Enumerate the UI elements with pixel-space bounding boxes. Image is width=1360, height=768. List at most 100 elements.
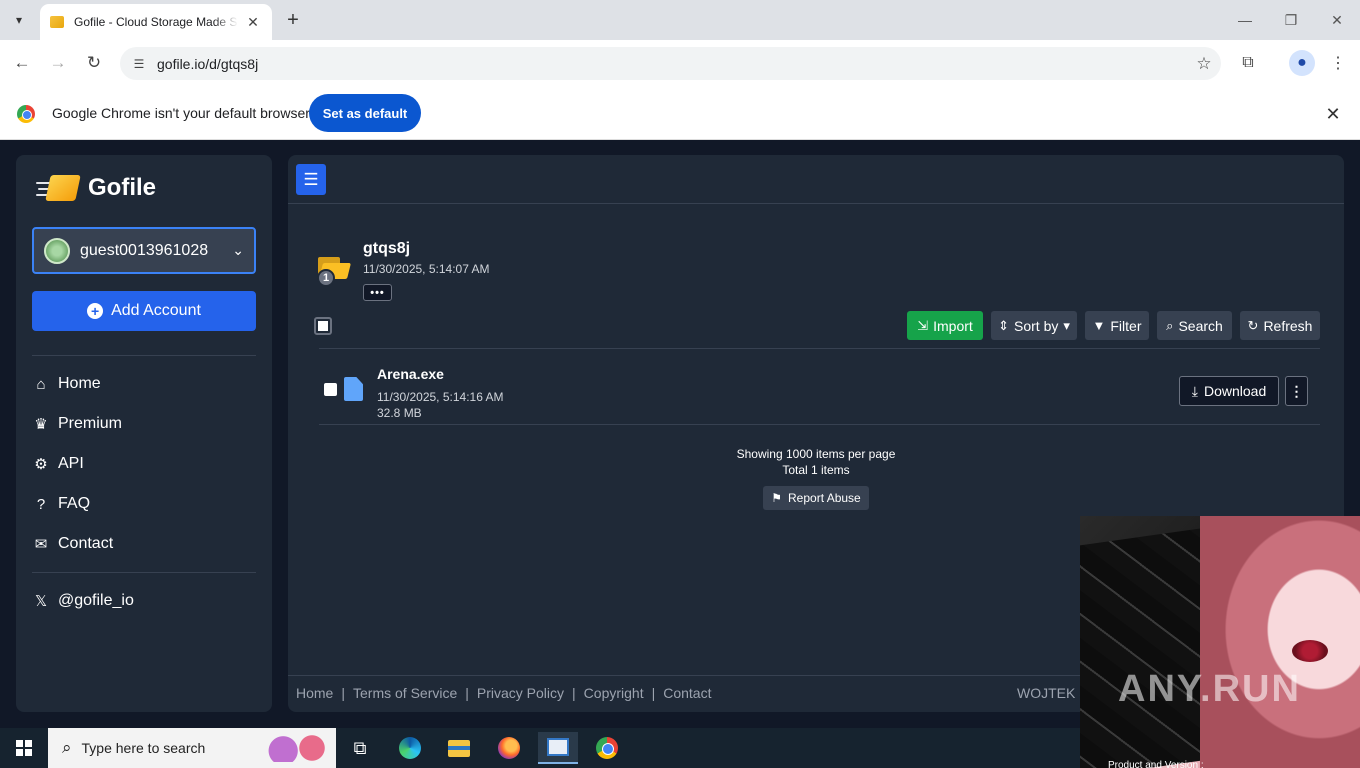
file-name[interactable]: Arena.exe (377, 366, 444, 382)
header-divider (288, 203, 1344, 204)
sidebar-item-label: Home (58, 375, 101, 392)
footer-links: Home | Terms of Service | Privacy Policy | … (296, 685, 712, 701)
back-button[interactable]: ← (9, 50, 35, 76)
cogs-icon: ⚙ (34, 456, 48, 473)
forward-button[interactable]: → (45, 50, 71, 76)
infobar-close-icon[interactable]: ✕ (1322, 103, 1344, 125)
edge-app-icon[interactable] (390, 732, 430, 764)
sidebar: Gofile guest0013961028 ⌄ + Add Account ⌂… (16, 155, 272, 712)
account-dropdown[interactable]: guest0013961028 ⌄ (32, 227, 256, 274)
tab-title: Gofile - Cloud Storage Made Si (74, 15, 238, 29)
site-settings-icon[interactable]: ☰ (130, 55, 148, 73)
sidebar-item-label: Premium (58, 415, 123, 432)
list-divider (319, 424, 1320, 425)
document-app-icon[interactable] (538, 732, 578, 764)
filter-button[interactable]: ▼ Filter (1085, 311, 1149, 340)
tab-search-button[interactable]: ▾ (6, 8, 32, 32)
address-bar[interactable]: ☰ gofile.io/d/gtqs8j ☆ (120, 47, 1221, 80)
select-all-checkbox[interactable] (314, 317, 332, 335)
folder-item-count-badge: 1 (317, 269, 335, 287)
file-explorer-icon[interactable] (439, 732, 479, 764)
home-icon: ⌂ (36, 375, 46, 393)
sidebar-item-premium[interactable]: ♛ Premium (32, 408, 256, 440)
account-avatar (44, 237, 70, 264)
import-icon: ⇲ (917, 317, 929, 333)
logo-text: Gofile (88, 174, 157, 201)
extensions-icon[interactable]: ⧉ (1235, 50, 1261, 76)
search-icon: ⌕ (1166, 317, 1174, 333)
new-tab-button[interactable]: + (282, 8, 304, 32)
footer-link-home[interactable]: Home (296, 685, 333, 701)
chevron-down-icon: ⌄ (232, 242, 244, 258)
add-account-button[interactable]: + Add Account (32, 291, 256, 331)
sort-by-button[interactable]: ⇕ Sort by ▾ (991, 311, 1077, 340)
sidebar-item-label: Contact (58, 535, 114, 552)
sidebar-item-api[interactable]: ⚙ API (32, 448, 256, 480)
crown-icon: ♛ (34, 416, 48, 433)
taskbar-search-box[interactable]: ⌕ Type here to search (48, 728, 336, 768)
file-select-checkbox[interactable] (324, 383, 337, 396)
minimize-button[interactable]: — (1222, 6, 1268, 34)
footer-company-text: WOJTEK S (1017, 685, 1089, 701)
footer-link-copyright[interactable]: Copyright (584, 685, 644, 701)
profile-avatar-icon[interactable]: ● (1289, 50, 1315, 76)
refresh-button[interactable]: ↻ Refresh (1240, 311, 1320, 340)
sidebar-item-label: FAQ (58, 495, 91, 512)
overlay-caption: Product and Version : (1108, 760, 1204, 768)
file-options-button[interactable]: ⋮ (1285, 376, 1308, 406)
gofile-logo-icon (36, 173, 81, 203)
file-icon (344, 377, 363, 401)
infobar-message: Google Chrome isn't your default browser (52, 105, 310, 121)
filter-icon: ▼ (1092, 318, 1106, 333)
refresh-icon: ↻ (1247, 317, 1259, 333)
restore-button[interactable]: ❐ (1268, 6, 1314, 34)
windows-logo-icon (16, 740, 32, 756)
filter-label: Filter (1110, 317, 1142, 334)
gofile-favicon-icon (50, 16, 64, 28)
tab-close-icon[interactable]: ✕ (244, 13, 262, 31)
reload-button[interactable]: ↻ (81, 50, 107, 76)
set-as-default-button[interactable]: Set as default (309, 94, 421, 132)
sidebar-item-faq[interactable]: ? FAQ (32, 488, 256, 520)
browser-tab[interactable]: Gofile - Cloud Storage Made Si ✕ (40, 4, 272, 40)
file-date: 11/30/2025, 5:14:16 AM (377, 390, 504, 404)
anyrun-watermark: ANY.RUN (1118, 668, 1301, 710)
sidebar-item-x-social[interactable]: 𝕏 @gofile_io (32, 585, 256, 617)
folder-date: 11/30/2025, 5:14:07 AM (363, 262, 490, 276)
sidebar-item-home[interactable]: ⌂ Home (32, 368, 256, 400)
firefox-app-icon[interactable] (489, 732, 529, 764)
close-window-button[interactable]: ✕ (1314, 6, 1360, 34)
default-browser-infobar: Google Chrome isn't your default browser… (0, 87, 1360, 140)
overlay-artwork-image (1080, 516, 1360, 768)
task-view-icon[interactable]: ⧉ (340, 732, 380, 764)
sidebar-item-label: @gofile_io (58, 592, 134, 609)
import-button[interactable]: ⇲ Import (907, 311, 983, 340)
footer-link-terms[interactable]: Terms of Service (353, 685, 457, 701)
total-items-text: Total 1 items (782, 463, 850, 477)
import-label: Import (933, 317, 973, 334)
start-button[interactable] (0, 728, 48, 768)
footer-link-privacy[interactable]: Privacy Policy (477, 685, 564, 701)
flag-icon: ⚑ (771, 491, 783, 505)
chrome-app-icon[interactable] (587, 732, 627, 764)
taskbar-search-placeholder: Type here to search (81, 740, 206, 756)
caret-down-icon: ▾ (1063, 317, 1070, 333)
search-button[interactable]: ⌕ Search (1157, 311, 1232, 340)
bookmark-star-icon[interactable]: ☆ (1187, 54, 1221, 74)
account-name: guest0013961028 (80, 241, 209, 259)
download-button[interactable]: ⤓ Download (1179, 376, 1279, 406)
sidebar-divider (32, 572, 256, 573)
sort-icon: ⇕ (998, 317, 1009, 333)
gofile-logo[interactable]: Gofile (36, 173, 156, 203)
browser-toolbar: ← → ↻ ☰ gofile.io/d/gtqs8j ☆ ⧉ ● ⋮ (0, 40, 1360, 87)
folder-name: gtqs8j (363, 240, 411, 257)
hamburger-menu-button[interactable]: ☰ (296, 164, 326, 195)
chrome-menu-icon[interactable]: ⋮ (1325, 50, 1351, 76)
url-text[interactable]: gofile.io/d/gtqs8j (157, 56, 1187, 72)
folder-more-button[interactable]: ••• (363, 284, 392, 301)
report-abuse-button[interactable]: ⚑ Report Abuse (763, 486, 869, 510)
sidebar-item-contact[interactable]: ✉ Contact (32, 528, 256, 560)
footer-link-contact[interactable]: Contact (663, 685, 711, 701)
list-divider (319, 348, 1320, 349)
items-per-page-text: Showing 1000 items per page (736, 447, 896, 461)
